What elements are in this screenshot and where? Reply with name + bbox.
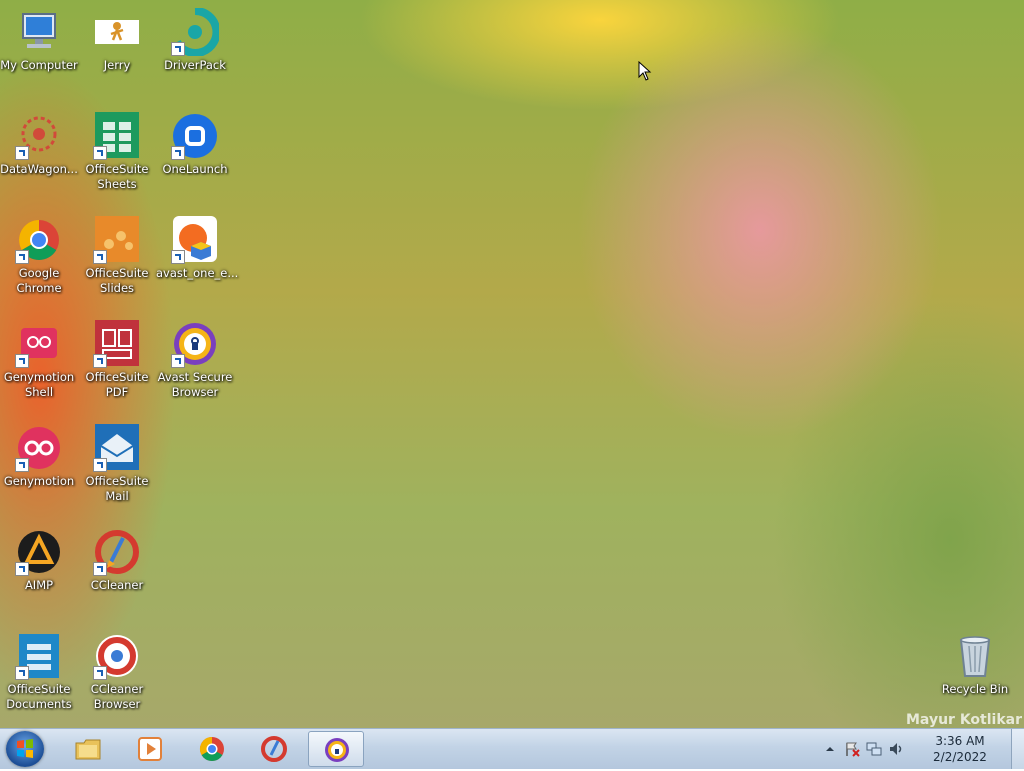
windows-logo-icon: [17, 739, 33, 758]
show-hidden-icons-button[interactable]: [822, 741, 838, 757]
icon-label: Google Chrome: [16, 266, 62, 295]
desktop-icon-jerry[interactable]: Jerry: [78, 8, 156, 73]
desktop-icon-google-chrome[interactable]: Google Chrome: [0, 216, 78, 296]
icon-label: CCleaner Browser: [90, 682, 144, 711]
shortcut-arrow-icon: [15, 354, 29, 368]
icon-label: OfficeSuite Mail: [85, 474, 149, 503]
clock-time: 3:36 AM: [935, 734, 985, 748]
avast-secure-browser-icon: [171, 320, 219, 368]
folder-icon: [75, 739, 101, 760]
shortcut-arrow-icon: [171, 250, 185, 264]
icon-label: OfficeSuite Slides: [85, 266, 149, 295]
recycle-bin-icon: [951, 632, 999, 680]
ccleaner-icon: [93, 528, 141, 576]
icon-label: Recycle Bin: [941, 682, 1009, 696]
network-icon[interactable]: [866, 741, 882, 757]
chrome-icon: [199, 737, 224, 762]
mouse-pointer-icon: [638, 60, 652, 85]
taskbar: 3:36 AM 2/2/2022: [0, 728, 1024, 769]
icon-label: DriverPack: [164, 58, 226, 72]
officesuite-sheets-icon: [93, 112, 141, 160]
shortcut-arrow-icon: [15, 562, 29, 576]
desktop-icon-officesuite-sheets[interactable]: OfficeSuite Sheets: [78, 112, 156, 192]
show-desktop-button[interactable]: [1011, 729, 1024, 769]
desktop-icon-onelaunch[interactable]: OneLaunch: [156, 112, 234, 177]
shortcut-arrow-icon: [93, 458, 107, 472]
taskbar-ccleaner-button[interactable]: [246, 731, 302, 767]
genymotion-icon: [15, 424, 63, 472]
officesuite-mail-icon: [93, 424, 141, 472]
desktop-icon-officesuite-mail[interactable]: OfficeSuite Mail: [78, 424, 156, 504]
onelaunch-icon: [171, 112, 219, 160]
clock-date: 2/2/2022: [933, 750, 987, 764]
desktop-icon-ccleaner-browser[interactable]: CCleaner Browser: [78, 632, 156, 712]
desktop-icon-avast-secure-browser[interactable]: Avast Secure Browser: [156, 320, 234, 400]
jerry-image-icon: [93, 8, 141, 56]
computer-icon: [15, 8, 63, 56]
desktop-icon-officesuite-documents[interactable]: OfficeSuite Documents: [0, 632, 78, 712]
desktop: My Computer DataWagon... Google Chrome G…: [0, 0, 1024, 728]
ccleaner-icon: [261, 736, 287, 762]
taskbar-explorer-button[interactable]: [60, 731, 116, 767]
icon-label: Avast Secure Browser: [157, 370, 233, 399]
icon-label: OfficeSuite Sheets: [85, 162, 149, 191]
icon-label: avast_one_e...: [156, 266, 239, 280]
wallpaper-watermark: Mayur Kotlikar: [906, 712, 1022, 728]
officesuite-pdf-icon: [93, 320, 141, 368]
icon-label: Genymotion Shell: [3, 370, 75, 399]
taskbar-media-player-button[interactable]: [122, 731, 178, 767]
desktop-icon-aimp[interactable]: AIMP: [0, 528, 78, 593]
shortcut-arrow-icon: [15, 146, 29, 160]
shortcut-arrow-icon: [93, 146, 107, 160]
icon-label: OfficeSuite PDF: [85, 370, 149, 399]
desktop-icon-avast-one[interactable]: avast_one_e...: [156, 216, 239, 281]
start-button[interactable]: [6, 731, 44, 767]
icon-label: AIMP: [24, 578, 54, 592]
shortcut-arrow-icon: [171, 354, 185, 368]
shortcut-arrow-icon: [15, 666, 29, 680]
desktop-icon-officesuite-pdf[interactable]: OfficeSuite PDF: [78, 320, 156, 400]
desktop-icon-recycle-bin[interactable]: Recycle Bin: [936, 632, 1014, 697]
system-tray: 3:36 AM 2/2/2022: [818, 729, 1008, 769]
action-center-flag-icon[interactable]: [844, 741, 860, 757]
taskbar-clock[interactable]: 3:36 AM 2/2/2022: [930, 733, 990, 765]
ccleaner-browser-icon: [93, 632, 141, 680]
desktop-icon-datawagon[interactable]: DataWagon...: [0, 112, 78, 177]
avast-installer-icon: [171, 216, 219, 264]
genymotion-shell-icon: [15, 320, 63, 368]
icon-label: Genymotion: [3, 474, 75, 488]
desktop-icon-driverpack[interactable]: DriverPack: [156, 8, 234, 73]
icon-label: My Computer: [0, 58, 78, 72]
volume-icon[interactable]: [888, 741, 904, 757]
shortcut-arrow-icon: [93, 666, 107, 680]
media-player-icon: [138, 737, 162, 761]
icon-label: Jerry: [103, 58, 131, 72]
icon-label: CCleaner: [90, 578, 144, 592]
desktop-icon-genymotion-shell[interactable]: Genymotion Shell: [0, 320, 78, 400]
taskbar-chrome-button[interactable]: [184, 731, 240, 767]
aimp-icon: [15, 528, 63, 576]
icon-label: DataWagon...: [0, 162, 78, 176]
driverpack-icon: [171, 8, 219, 56]
officesuite-documents-icon: [15, 632, 63, 680]
shortcut-arrow-icon: [93, 250, 107, 264]
desktop-icon-officesuite-slides[interactable]: OfficeSuite Slides: [78, 216, 156, 296]
desktop-icon-my-computer[interactable]: My Computer: [0, 8, 78, 73]
datawagon-icon: [15, 112, 63, 160]
officesuite-slides-icon: [93, 216, 141, 264]
shortcut-arrow-icon: [15, 458, 29, 472]
shortcut-arrow-icon: [171, 42, 185, 56]
desktop-icon-ccleaner[interactable]: CCleaner: [78, 528, 156, 593]
taskbar-avast-browser-button[interactable]: [308, 731, 364, 767]
shortcut-arrow-icon: [93, 562, 107, 576]
avast-secure-browser-icon: [325, 738, 349, 762]
desktop-icon-genymotion[interactable]: Genymotion: [0, 424, 78, 489]
icon-label: OfficeSuite Documents: [6, 682, 72, 711]
chrome-icon: [15, 216, 63, 264]
icon-label: OneLaunch: [162, 162, 228, 176]
shortcut-arrow-icon: [171, 146, 185, 160]
shortcut-arrow-icon: [93, 354, 107, 368]
shortcut-arrow-icon: [15, 250, 29, 264]
